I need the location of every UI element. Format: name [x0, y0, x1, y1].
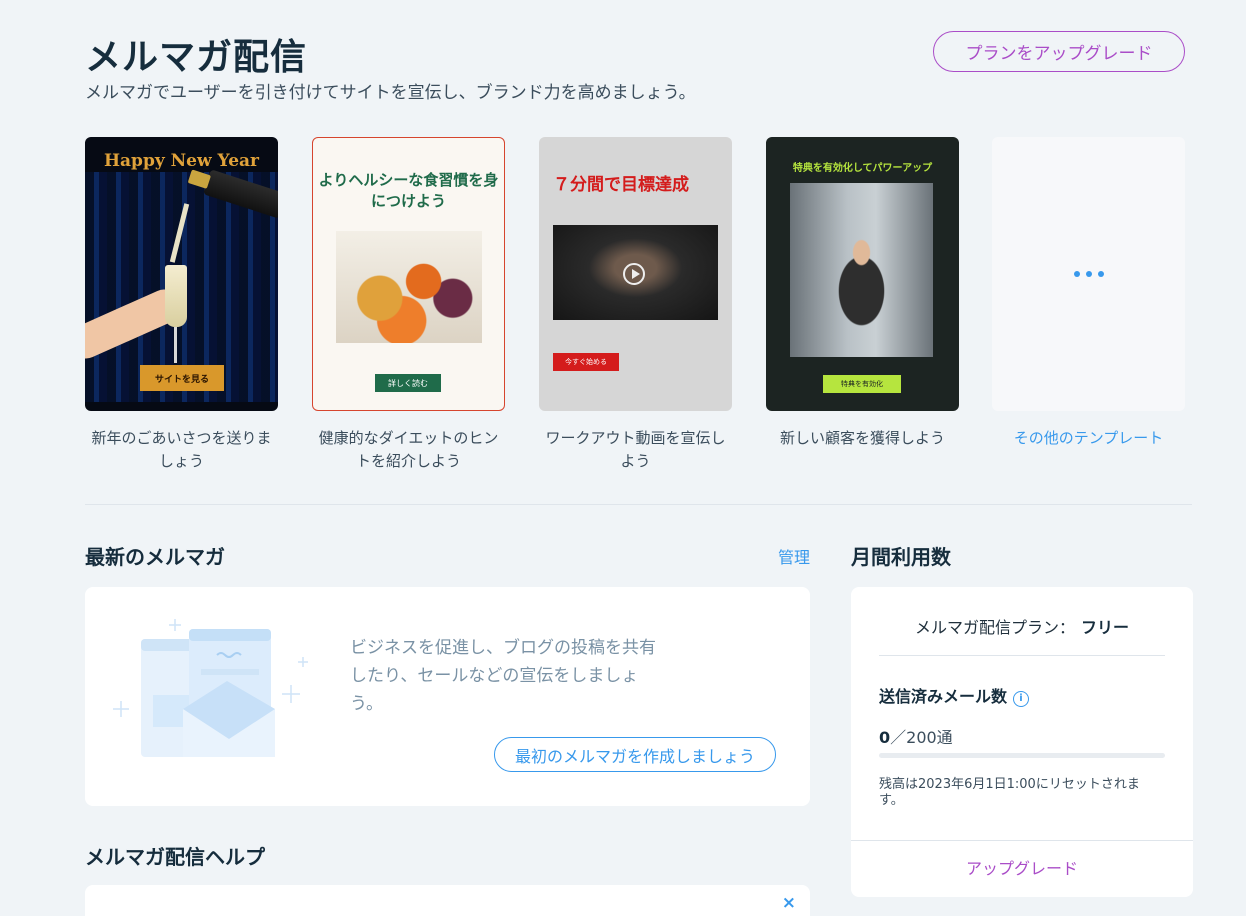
template-card-workout[interactable]: ７分間で目標達成 今すぐ始める — [539, 137, 732, 411]
template-card-healthy-diet[interactable]: よりヘルシーな食習慣を身につけよう 詳しく読む — [312, 137, 505, 411]
usage-divider-bottom — [851, 840, 1193, 841]
play-icon — [623, 263, 645, 285]
help-section-title: メルマガ配信ヘルプ — [85, 845, 265, 869]
sent-count-limit: ／200通 — [890, 728, 953, 747]
template-headline: よりヘルシーな食習慣を身につけよう — [318, 171, 499, 210]
plan-label: メルマガ配信プラン： — [914, 618, 1075, 637]
more-dots-icon — [1073, 271, 1104, 277]
sent-count-value: 0 — [879, 728, 891, 747]
vegetables-image — [336, 231, 482, 343]
template-button: 今すぐ始める — [553, 353, 619, 371]
template-card-new-year[interactable]: Happy New Year サイトを見る — [85, 137, 278, 411]
glass-image — [165, 265, 187, 327]
glass-stem-image — [174, 327, 177, 363]
help-card: × — [85, 885, 810, 916]
section-divider — [85, 504, 1192, 505]
latest-empty-text: ビジネスを促進し、ブログの投稿を共有したり、セールなどの宣伝をしましょう。 — [350, 638, 656, 714]
plan-value: フリー — [1081, 618, 1130, 637]
template-button: サイトを見る — [140, 365, 224, 391]
template-headline: Happy New Year — [103, 151, 259, 171]
usage-upgrade-link[interactable]: アップグレード — [851, 855, 1193, 879]
usage-progress-bar — [879, 753, 1165, 758]
newsletter-illustration-icon — [113, 619, 308, 757]
page-title: メルマガ配信 — [85, 37, 308, 78]
more-templates-link[interactable]: その他のテンプレート — [992, 427, 1185, 450]
template-headline: 特典を有効化してパワーアップ — [792, 163, 933, 174]
sent-count: 0／200通 — [879, 724, 953, 748]
create-first-newsletter-button[interactable]: 最初のメルマガを作成しましょう — [494, 737, 776, 772]
latest-section-title: 最新のメルマガ — [85, 545, 225, 569]
usage-card: メルマガ配信プラン： フリー 送信済みメール数 i 0／200通 残高は2023年6… — [851, 587, 1193, 897]
template-caption[interactable]: 新年のごあいさつを送りましょう — [85, 427, 278, 473]
close-icon[interactable]: × — [782, 893, 796, 913]
upgrade-plan-button[interactable]: プランをアップグレード — [933, 31, 1185, 72]
boxer-image — [790, 183, 933, 357]
sent-emails-label: 送信済みメール数 i — [879, 683, 1030, 707]
template-button: 特典を有効化 — [823, 375, 901, 393]
template-card-new-customers[interactable]: 特典を有効化してパワーアップ 特典を有効化 — [766, 137, 959, 411]
info-icon[interactable]: i — [1013, 690, 1030, 707]
usage-section-title: 月間利用数 — [851, 545, 951, 569]
template-caption[interactable]: ワークアウト動画を宣伝しよう — [539, 427, 732, 473]
manage-link[interactable]: 管理 — [778, 544, 810, 568]
reset-notice: 残高は2023年6月1日1:00にリセットされます。 — [879, 777, 1140, 808]
template-button: 詳しく読む — [375, 374, 441, 392]
template-caption[interactable]: 健康的なダイエットのヒントを紹介しよう — [312, 427, 505, 473]
template-card-more[interactable] — [992, 137, 1185, 411]
page-subtitle: メルマガでユーザーを引き付けてサイトを宣伝し、ブランド力を高めましょう。 — [85, 83, 696, 103]
plan-row: メルマガ配信プラン： フリー — [851, 614, 1193, 638]
template-headline: ７分間で目標達成 — [553, 175, 689, 195]
template-caption[interactable]: 新しい顧客を獲得しよう — [766, 427, 959, 450]
usage-divider — [879, 655, 1165, 656]
latest-newsletter-card: ビジネスを促進し、ブログの投稿を共有したり、セールなどの宣伝をしましょう。 最初… — [85, 587, 810, 806]
sent-label-text: 送信済みメール数 — [879, 687, 1008, 706]
